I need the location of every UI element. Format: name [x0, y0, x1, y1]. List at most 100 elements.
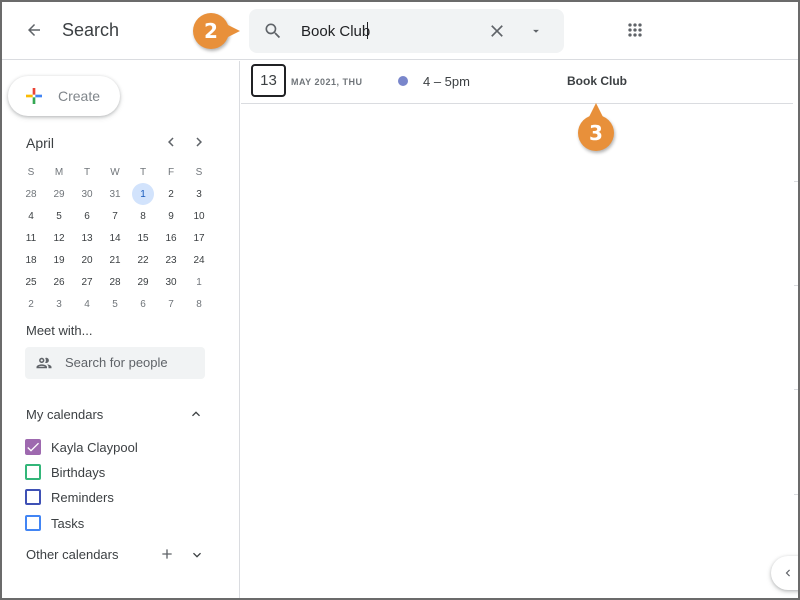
plus-icon[interactable] [159, 546, 175, 562]
day-number: 26 [53, 276, 65, 288]
mini-calendar-day[interactable]: 10 [185, 205, 213, 227]
day-number: 8 [140, 210, 146, 222]
weekday-label: S [27, 166, 35, 178]
mini-calendar-day[interactable]: 5 [45, 205, 73, 227]
day-number: 4 [28, 210, 34, 222]
mini-calendar-day[interactable]: 9 [157, 205, 185, 227]
calendar-checkbox[interactable] [25, 464, 41, 480]
day-number: 29 [137, 276, 149, 288]
mini-calendar-day[interactable]: 1 [185, 271, 213, 293]
day-number: 23 [165, 254, 177, 266]
calendar-checkbox[interactable] [25, 489, 41, 505]
result-row[interactable]: 13 MAY 2021, THU 4 – 5pm Book Club [241, 61, 793, 104]
people-search-input[interactable] [65, 355, 195, 370]
mini-calendar-day[interactable]: 20 [73, 249, 101, 271]
mini-calendar-day[interactable]: 17 [185, 227, 213, 249]
day-number: 1 [132, 183, 154, 205]
mini-calendar-day[interactable]: 22 [129, 249, 157, 271]
mini-calendar-day[interactable]: 8 [185, 293, 213, 315]
mini-calendar-day[interactable]: 12 [45, 227, 73, 249]
mini-calendar-day[interactable]: 7 [157, 293, 185, 315]
mini-calendar-day[interactable]: 2 [157, 183, 185, 205]
day-number: 2 [28, 298, 34, 310]
mini-calendar-day[interactable]: 31 [101, 183, 129, 205]
day-number: 13 [81, 232, 93, 244]
mini-calendar-day[interactable]: 28 [101, 271, 129, 293]
day-number: 21 [109, 254, 121, 266]
apps-grid-icon[interactable] [625, 20, 645, 40]
mini-calendar-day[interactable]: 6 [129, 293, 157, 315]
mini-calendar-day[interactable]: 13 [73, 227, 101, 249]
day-number: 4 [84, 298, 90, 310]
mini-calendar-day[interactable]: 8 [129, 205, 157, 227]
grid-tick [794, 181, 800, 182]
day-number: 29 [53, 188, 65, 200]
weekday-label: M [54, 166, 64, 178]
mini-calendar-day[interactable]: 25 [17, 271, 45, 293]
search-results: 13 MAY 2021, THU 4 – 5pm Book Club [241, 61, 800, 600]
mini-calendar-day[interactable]: 29 [45, 183, 73, 205]
search-box[interactable] [249, 9, 564, 53]
back-button[interactable] [20, 16, 48, 44]
mini-calendar-day[interactable]: 4 [73, 293, 101, 315]
mini-calendar-day[interactable]: 14 [101, 227, 129, 249]
day-number: 22 [137, 254, 149, 266]
mini-calendar-day[interactable]: 5 [101, 293, 129, 315]
day-number: 20 [81, 254, 93, 266]
calendar-item[interactable]: Birthdays [25, 462, 105, 482]
chevron-right-icon[interactable] [190, 133, 208, 151]
mini-calendar-day[interactable]: 6 [73, 205, 101, 227]
calendar-checkbox[interactable] [25, 515, 41, 531]
people-icon [36, 357, 52, 369]
mini-calendar-day[interactable]: 19 [45, 249, 73, 271]
mini-calendar-day[interactable]: 24 [185, 249, 213, 271]
mini-calendar-day[interactable]: 28 [17, 183, 45, 205]
chevron-down-icon[interactable] [189, 547, 205, 563]
mini-calendar-day[interactable]: 7 [101, 205, 129, 227]
chevron-up-icon[interactable] [188, 406, 204, 422]
mini-calendar-day[interactable]: 16 [157, 227, 185, 249]
mini-calendar-day[interactable]: 1 [129, 183, 157, 205]
event-title[interactable]: Book Club [567, 74, 627, 88]
day-number: 2 [168, 188, 174, 200]
calendar-item[interactable]: Reminders [25, 487, 114, 507]
close-icon[interactable] [487, 21, 507, 41]
day-number: 5 [56, 210, 62, 222]
mini-calendar-day[interactable]: 21 [101, 249, 129, 271]
result-day[interactable]: 13 [251, 64, 286, 97]
mini-calendar-day[interactable]: 27 [73, 271, 101, 293]
mini-calendar-day[interactable]: 26 [45, 271, 73, 293]
create-button[interactable]: Create [8, 76, 120, 116]
day-number: 6 [140, 298, 146, 310]
calendar-item[interactable]: Kayla Claypool [25, 437, 138, 457]
mini-calendar-day[interactable]: 18 [17, 249, 45, 271]
mini-calendar-day[interactable]: 15 [129, 227, 157, 249]
mini-calendar-day[interactable]: 23 [157, 249, 185, 271]
search-input[interactable] [301, 21, 501, 41]
calendar-checkbox[interactable] [25, 439, 41, 455]
mini-calendar-day[interactable]: 29 [129, 271, 157, 293]
grid-tick [794, 389, 800, 390]
mini-calendar-day[interactable]: 3 [45, 293, 73, 315]
mini-calendar-day[interactable]: 2 [17, 293, 45, 315]
create-label: Create [58, 88, 101, 104]
day-number: 12 [53, 232, 65, 244]
side-panel-toggle[interactable] [771, 556, 800, 590]
day-number: 15 [137, 232, 149, 244]
day-number: 5 [112, 298, 118, 310]
day-number: 28 [109, 276, 121, 288]
sidebar: Create April S M T W T F S 28 29 30 31 1 2 3 4 5 6 7 8 9 10 1… [0, 61, 240, 600]
mini-calendar-day[interactable]: 4 [17, 205, 45, 227]
caret-down-icon[interactable] [529, 24, 543, 38]
mini-calendar-day[interactable]: 30 [157, 271, 185, 293]
header: Search [0, 0, 800, 60]
weekday-label: S [195, 166, 203, 178]
grid-tick [794, 285, 800, 286]
chevron-left-icon[interactable] [162, 133, 180, 151]
mini-calendar-day[interactable]: 11 [17, 227, 45, 249]
calendar-item[interactable]: Tasks [25, 513, 84, 533]
people-search-field[interactable] [25, 347, 205, 379]
mini-calendar-day[interactable]: 30 [73, 183, 101, 205]
mini-calendar-day[interactable]: 3 [185, 183, 213, 205]
search-icon[interactable] [263, 21, 283, 41]
